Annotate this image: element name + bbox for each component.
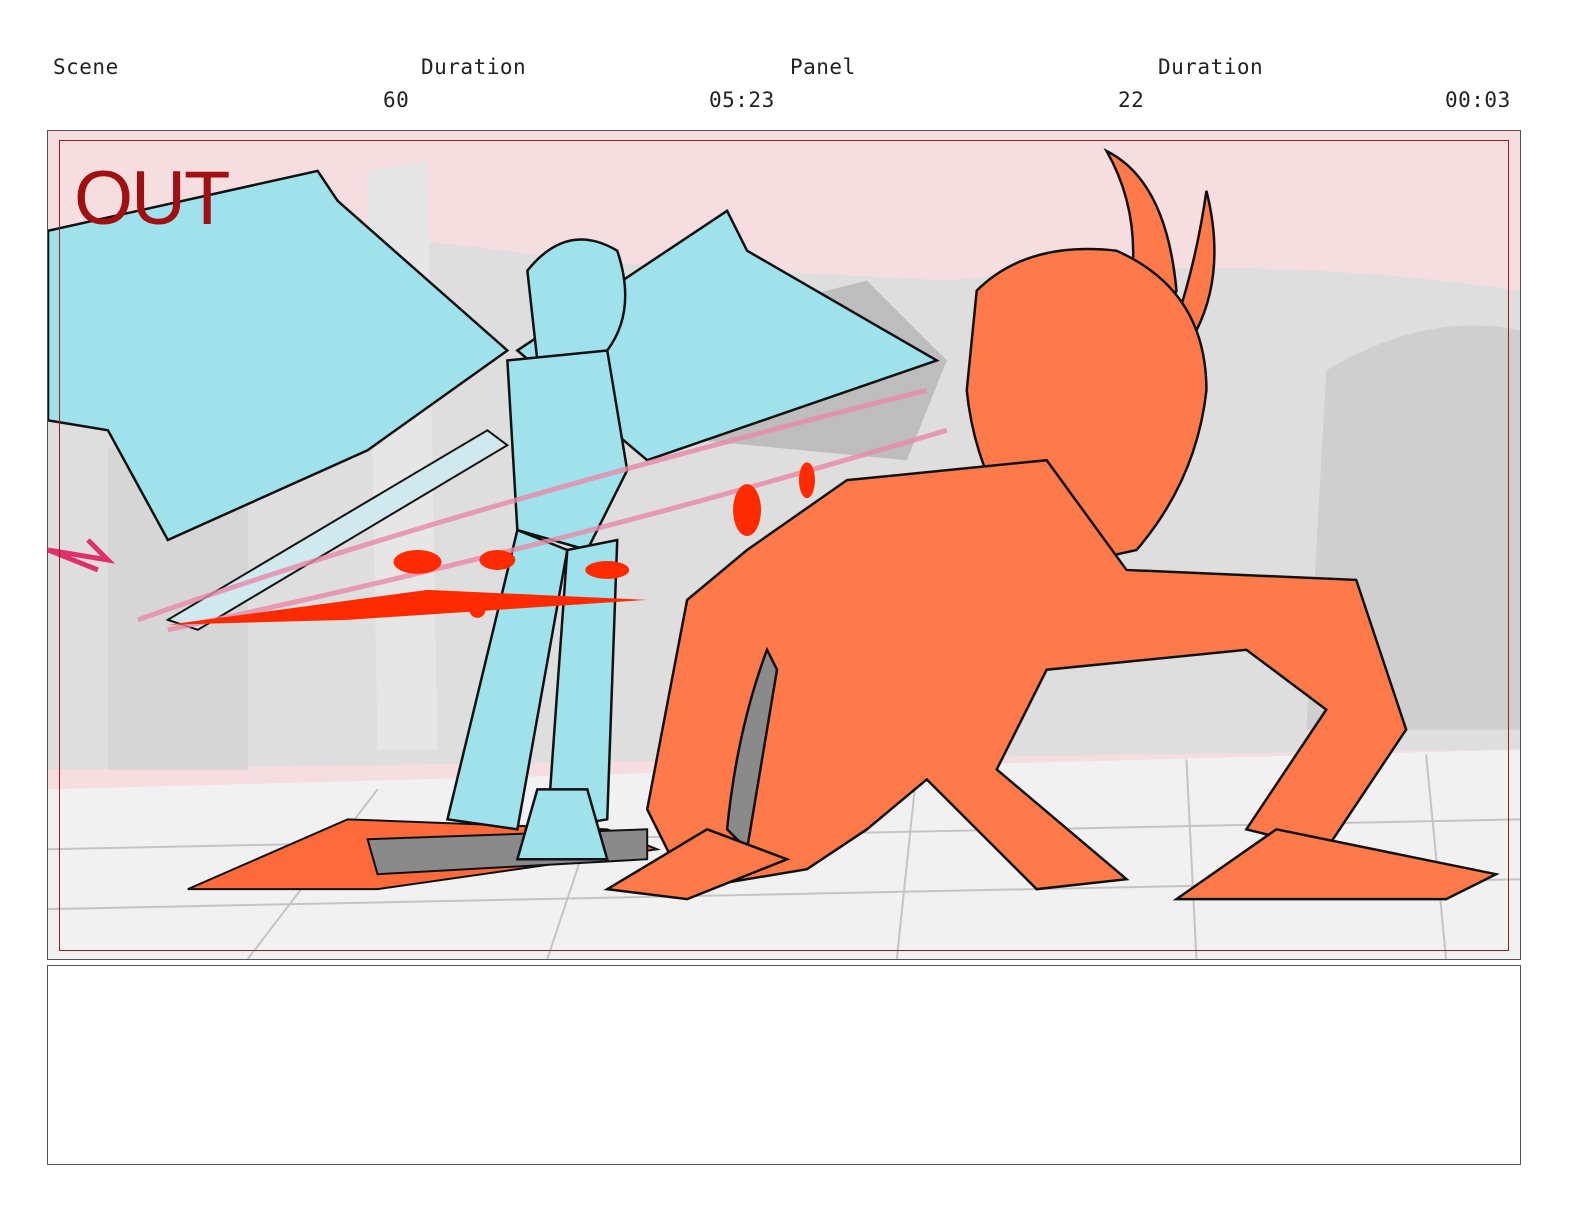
scene-duration-value: 05:23 (709, 88, 775, 112)
panel-artwork (48, 131, 1520, 959)
storyboard-panel: OUT (47, 130, 1521, 960)
scene-duration-label: Duration (421, 55, 527, 79)
notes-box[interactable] (47, 965, 1521, 1165)
panel-duration-label: Duration (1158, 55, 1264, 79)
panel-number: 22 (1118, 88, 1145, 112)
out-label: OUT (74, 156, 230, 241)
scene-label: Scene (53, 55, 119, 79)
notes-text (48, 966, 1520, 990)
panel-duration-value: 00:03 (1445, 88, 1511, 112)
panel-label: Panel (790, 55, 856, 79)
scene-number: 60 (383, 88, 410, 112)
